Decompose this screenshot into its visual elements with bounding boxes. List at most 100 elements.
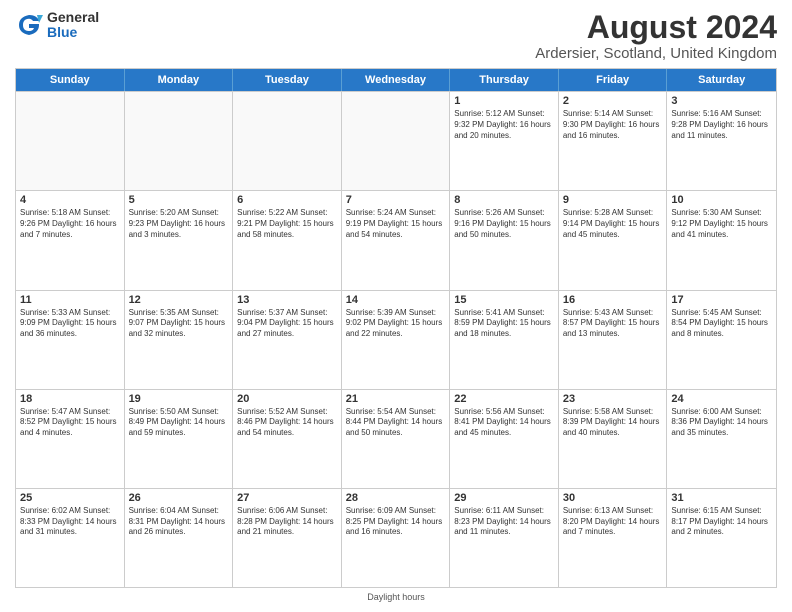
day-info: Sunrise: 6:15 AM Sunset: 8:17 PM Dayligh… — [671, 506, 772, 538]
day-number: 22 — [454, 393, 554, 405]
calendar-cell: 11Sunrise: 5:33 AM Sunset: 9:09 PM Dayli… — [16, 291, 125, 389]
day-number: 27 — [237, 492, 337, 504]
day-info: Sunrise: 5:50 AM Sunset: 8:49 PM Dayligh… — [129, 407, 229, 439]
main-title: August 2024 — [535, 10, 777, 45]
calendar-cell: 22 Sunrise: 5:56 AM Sunset: 8:41 PM Dayli… — [450, 390, 559, 488]
day-number: 9 — [563, 194, 663, 206]
calendar-cell: 6 Sunrise: 5:22 AM Sunset: 9:21 PM Daylig… — [233, 191, 342, 289]
calendar-cell: 17 Sunrise: 5:45 AM Sunset: 8:54 PM Dayli… — [667, 291, 776, 389]
page: General Blue August 2024 Ardersier, Scot… — [0, 0, 792, 612]
calendar-cell — [16, 92, 125, 190]
day-number: 31 — [671, 492, 772, 504]
day-number: 8 — [454, 194, 554, 206]
day-number: 12 — [129, 294, 229, 306]
day-number: 10 — [671, 194, 772, 206]
calendar-header-day: Thursday — [450, 69, 559, 91]
day-info: Sunrise: 5:56 AM Sunset: 8:41 PM Dayligh… — [454, 407, 554, 439]
footer-note: Daylight hours — [15, 592, 777, 602]
day-info: Sunrise: 5:58 AM Sunset: 8:39 PM Dayligh… — [563, 407, 663, 439]
calendar-cell: 2Sunrise: 5:14 AM Sunset: 9:30 PM Daylig… — [559, 92, 668, 190]
day-number: 28 — [346, 492, 446, 504]
calendar-cell: 30Sunrise: 6:13 AM Sunset: 8:20 PM Dayli… — [559, 489, 668, 587]
day-info: Sunrise: 6:09 AM Sunset: 8:25 PM Dayligh… — [346, 506, 446, 538]
day-info: Sunrise: 5:54 AM Sunset: 8:44 PM Dayligh… — [346, 407, 446, 439]
day-number: 24 — [671, 393, 772, 405]
calendar-cell: 23Sunrise: 5:58 AM Sunset: 8:39 PM Dayli… — [559, 390, 668, 488]
day-info: Sunrise: 5:12 AM Sunset: 9:32 PM Dayligh… — [454, 109, 554, 141]
day-number: 26 — [129, 492, 229, 504]
calendar-cell: 4 Sunrise: 5:18 AM Sunset: 9:26 PM Daylig… — [16, 191, 125, 289]
day-info: Sunrise: 5:35 AM Sunset: 9:07 PM Dayligh… — [129, 308, 229, 340]
day-number: 3 — [671, 95, 772, 107]
day-info: Sunrise: 5:39 AM Sunset: 9:02 PM Dayligh… — [346, 308, 446, 340]
calendar-header-day: Sunday — [16, 69, 125, 91]
day-info: Sunrise: 5:41 AM Sunset: 8:59 PM Dayligh… — [454, 308, 554, 340]
calendar-cell: 29 Sunrise: 6:11 AM Sunset: 8:23 PM Dayli… — [450, 489, 559, 587]
calendar-cell: 26 Sunrise: 6:04 AM Sunset: 8:31 PM Dayli… — [125, 489, 234, 587]
logo: General Blue — [15, 10, 99, 41]
calendar: SundayMondayTuesdayWednesdayThursdayFrid… — [15, 68, 777, 588]
calendar-cell: 7 Sunrise: 5:24 AM Sunset: 9:19 PM Daylig… — [342, 191, 451, 289]
day-info: Sunrise: 6:11 AM Sunset: 8:23 PM Dayligh… — [454, 506, 554, 538]
day-number: 21 — [346, 393, 446, 405]
day-info: Sunrise: 5:18 AM Sunset: 9:26 PM Dayligh… — [20, 208, 120, 240]
day-info: Sunrise: 6:13 AM Sunset: 8:20 PM Dayligh… — [563, 506, 663, 538]
calendar-cell: 31 Sunrise: 6:15 AM Sunset: 8:17 PM Dayli… — [667, 489, 776, 587]
logo-text: General Blue — [47, 10, 99, 41]
calendar-cell: 13 Sunrise: 5:37 AM Sunset: 9:04 PM Dayli… — [233, 291, 342, 389]
day-info: Sunrise: 6:06 AM Sunset: 8:28 PM Dayligh… — [237, 506, 337, 538]
day-info: Sunrise: 5:28 AM Sunset: 9:14 PM Dayligh… — [563, 208, 663, 240]
day-number: 18 — [20, 393, 120, 405]
day-number: 7 — [346, 194, 446, 206]
calendar-cell: 1 Sunrise: 5:12 AM Sunset: 9:32 PM Daylig… — [450, 92, 559, 190]
calendar-cell: 20Sunrise: 5:52 AM Sunset: 8:46 PM Dayli… — [233, 390, 342, 488]
calendar-cell: 27 Sunrise: 6:06 AM Sunset: 8:28 PM Dayli… — [233, 489, 342, 587]
day-info: Sunrise: 5:14 AM Sunset: 9:30 PM Dayligh… — [563, 109, 663, 141]
day-number: 19 — [129, 393, 229, 405]
calendar-cell — [233, 92, 342, 190]
day-number: 17 — [671, 294, 772, 306]
calendar-cell: 24 Sunrise: 6:00 AM Sunset: 8:36 PM Dayli… — [667, 390, 776, 488]
day-info: Sunrise: 5:24 AM Sunset: 9:19 PM Dayligh… — [346, 208, 446, 240]
day-info: Sunrise: 6:00 AM Sunset: 8:36 PM Dayligh… — [671, 407, 772, 439]
day-number: 4 — [20, 194, 120, 206]
day-number: 14 — [346, 294, 446, 306]
calendar-week-row: 4 Sunrise: 5:18 AM Sunset: 9:26 PM Daylig… — [16, 190, 776, 289]
day-number: 16 — [563, 294, 663, 306]
day-info: Sunrise: 5:43 AM Sunset: 8:57 PM Dayligh… — [563, 308, 663, 340]
calendar-week-row: 11Sunrise: 5:33 AM Sunset: 9:09 PM Dayli… — [16, 290, 776, 389]
day-info: Sunrise: 5:37 AM Sunset: 9:04 PM Dayligh… — [237, 308, 337, 340]
calendar-cell: 25Sunrise: 6:02 AM Sunset: 8:33 PM Dayli… — [16, 489, 125, 587]
calendar-header-day: Friday — [559, 69, 668, 91]
day-number: 15 — [454, 294, 554, 306]
calendar-header-day: Saturday — [667, 69, 776, 91]
calendar-cell: 14 Sunrise: 5:39 AM Sunset: 9:02 PM Dayli… — [342, 291, 451, 389]
header: General Blue August 2024 Ardersier, Scot… — [15, 10, 777, 62]
day-number: 6 — [237, 194, 337, 206]
calendar-header-day: Wednesday — [342, 69, 451, 91]
day-number: 1 — [454, 95, 554, 107]
day-info: Sunrise: 5:33 AM Sunset: 9:09 PM Dayligh… — [20, 308, 120, 340]
calendar-cell: 10Sunrise: 5:30 AM Sunset: 9:12 PM Dayli… — [667, 191, 776, 289]
calendar-cell — [342, 92, 451, 190]
day-info: Sunrise: 5:20 AM Sunset: 9:23 PM Dayligh… — [129, 208, 229, 240]
calendar-cell: 28 Sunrise: 6:09 AM Sunset: 8:25 PM Dayli… — [342, 489, 451, 587]
calendar-cell: 8Sunrise: 5:26 AM Sunset: 9:16 PM Daylig… — [450, 191, 559, 289]
logo-general-text: General — [47, 10, 99, 25]
calendar-cell: 9 Sunrise: 5:28 AM Sunset: 9:14 PM Daylig… — [559, 191, 668, 289]
calendar-cell: 3Sunrise: 5:16 AM Sunset: 9:28 PM Daylig… — [667, 92, 776, 190]
day-info: Sunrise: 6:04 AM Sunset: 8:31 PM Dayligh… — [129, 506, 229, 538]
day-info: Sunrise: 5:47 AM Sunset: 8:52 PM Dayligh… — [20, 407, 120, 439]
subtitle: Ardersier, Scotland, United Kingdom — [535, 45, 777, 62]
day-number: 13 — [237, 294, 337, 306]
day-info: Sunrise: 5:22 AM Sunset: 9:21 PM Dayligh… — [237, 208, 337, 240]
calendar-cell: 19 Sunrise: 5:50 AM Sunset: 8:49 PM Dayli… — [125, 390, 234, 488]
calendar-cell: 18 Sunrise: 5:47 AM Sunset: 8:52 PM Dayli… — [16, 390, 125, 488]
calendar-header: SundayMondayTuesdayWednesdayThursdayFrid… — [16, 69, 776, 91]
day-number: 29 — [454, 492, 554, 504]
calendar-cell: 21 Sunrise: 5:54 AM Sunset: 8:44 PM Dayli… — [342, 390, 451, 488]
calendar-header-day: Monday — [125, 69, 234, 91]
day-info: Sunrise: 5:45 AM Sunset: 8:54 PM Dayligh… — [671, 308, 772, 340]
calendar-cell: 16 Sunrise: 5:43 AM Sunset: 8:57 PM Dayli… — [559, 291, 668, 389]
day-number: 25 — [20, 492, 120, 504]
